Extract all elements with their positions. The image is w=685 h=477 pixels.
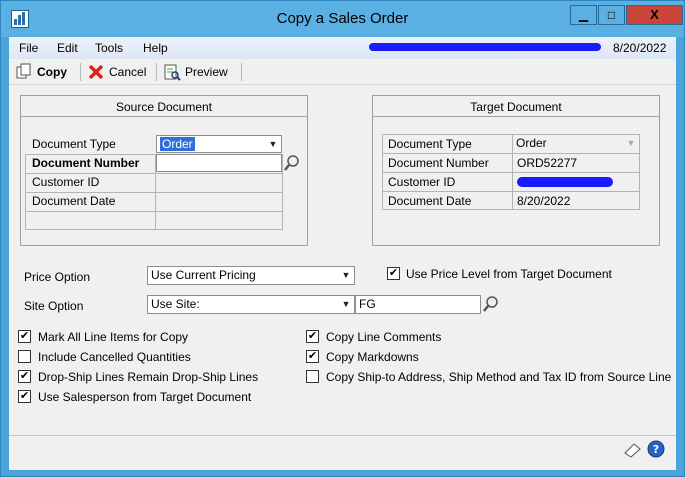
copy-line-comments-checkbox[interactable]: ✔: [306, 330, 319, 343]
source-customer-id-label: Customer ID: [32, 175, 100, 189]
target-doc-type-select: Order ▼: [513, 135, 639, 153]
user-info-redacted: [369, 41, 601, 53]
mark-all-line-items-checkbox[interactable]: ✔: [18, 330, 31, 343]
target-doc-type-label: Document Type: [388, 137, 472, 151]
use-price-level-checkbox[interactable]: ✔: [387, 267, 400, 280]
chevron-down-icon: ▼: [268, 139, 278, 149]
target-document-title: Target Document: [470, 100, 562, 114]
site-id-input[interactable]: FG: [355, 295, 481, 314]
help-icon[interactable]: ?: [647, 440, 665, 458]
copy-markdowns-label: Copy Markdowns: [326, 350, 419, 364]
copy-ship-to-label: Copy Ship-to Address, Ship Method and Ta…: [326, 370, 672, 384]
drop-ship-remain-label: Drop-Ship Lines Remain Drop-Ship Lines: [38, 370, 259, 384]
lookup-icon[interactable]: [283, 154, 301, 172]
use-salesperson-label: Use Salesperson from Target Document: [38, 390, 252, 404]
restore-button[interactable]: □: [598, 5, 625, 25]
copy-button[interactable]: Copy: [15, 63, 67, 81]
menu-bar: File Edit Tools Help 8/20/2022: [9, 37, 676, 59]
mark-all-line-items-label: Mark All Line Items for Copy: [38, 330, 189, 344]
cancel-icon: [87, 63, 105, 81]
price-option-select[interactable]: Use Current Pricing ▼: [147, 266, 355, 285]
target-doc-type-value: Order: [516, 136, 547, 150]
source-doc-type-label: Document Type: [32, 137, 116, 151]
target-doc-date-value: 8/20/2022: [517, 194, 571, 208]
site-option-value: Use Site:: [151, 297, 200, 311]
source-doc-date-label: Document Date: [32, 194, 116, 208]
menu-file[interactable]: File: [19, 41, 38, 55]
target-customer-id-redacted: [517, 177, 613, 187]
include-cancelled-checkbox[interactable]: [18, 350, 31, 363]
source-doc-type-value: Order: [160, 137, 195, 151]
source-document-group: Source Document Document Type Order ▼ Do…: [20, 95, 308, 246]
price-option-value: Use Current Pricing: [151, 268, 256, 282]
copy-line-comments-label: Copy Line Comments: [326, 330, 442, 344]
copy-label: Copy: [37, 65, 67, 79]
close-button[interactable]: X: [626, 5, 683, 25]
toolbar: Copy Cancel Preview: [9, 59, 676, 85]
cancel-button[interactable]: Cancel: [87, 63, 146, 81]
note-icon[interactable]: [622, 441, 642, 459]
source-doc-number-label: Document Number: [32, 156, 140, 170]
preview-button[interactable]: Preview: [163, 63, 228, 81]
chevron-down-icon: ▼: [341, 299, 351, 309]
use-price-level-label: Use Price Level from Target Document: [406, 267, 612, 281]
target-doc-date-label: Document Date: [388, 194, 472, 208]
site-option-label: Site Option: [24, 299, 84, 313]
target-customer-id-label: Customer ID: [388, 175, 456, 189]
use-salesperson-checkbox[interactable]: ✔: [18, 390, 31, 403]
dialog-client: File Edit Tools Help 8/20/2022 Copy Canc: [9, 37, 676, 470]
preview-label: Preview: [185, 65, 228, 79]
svg-text:?: ?: [653, 443, 659, 456]
target-document-group: Target Document Document Type Order ▼ Do…: [372, 95, 660, 246]
minimize-button[interactable]: ▁: [570, 5, 597, 25]
target-doc-number-value: ORD52277: [517, 156, 578, 170]
source-doc-number-input[interactable]: [156, 154, 282, 172]
site-option-select[interactable]: Use Site: ▼: [147, 295, 355, 314]
copy-icon: [15, 63, 33, 81]
source-doc-type-select[interactable]: Order ▼: [156, 135, 282, 153]
menu-tools[interactable]: Tools: [95, 41, 123, 55]
source-document-title: Source Document: [115, 100, 213, 114]
menu-help[interactable]: Help: [143, 41, 168, 55]
target-doc-number-label: Document Number: [388, 156, 489, 170]
menu-edit[interactable]: Edit: [57, 41, 78, 55]
site-lookup-icon[interactable]: [482, 295, 500, 313]
copy-ship-to-checkbox[interactable]: [306, 370, 319, 383]
chevron-down-icon: ▼: [626, 138, 636, 148]
user-date: 8/20/2022: [613, 41, 667, 55]
cancel-label: Cancel: [109, 65, 147, 79]
title-bar[interactable]: Copy a Sales Order ▁ □ X: [1, 1, 684, 37]
chevron-down-icon: ▼: [341, 270, 351, 280]
preview-icon: [163, 63, 181, 81]
dialog-window: Copy a Sales Order ▁ □ X File Edit Tools…: [0, 0, 685, 477]
price-option-label: Price Option: [24, 270, 91, 284]
drop-ship-remain-checkbox[interactable]: ✔: [18, 370, 31, 383]
copy-markdowns-checkbox[interactable]: ✔: [306, 350, 319, 363]
include-cancelled-label: Include Cancelled Quantities: [38, 350, 191, 364]
